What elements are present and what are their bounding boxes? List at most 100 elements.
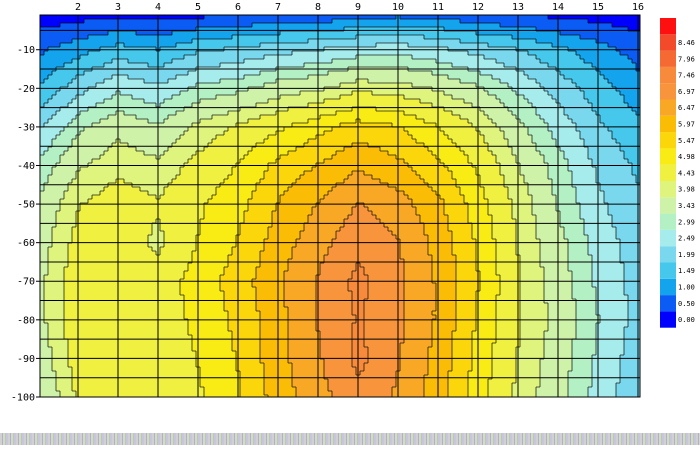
contour-cell xyxy=(140,63,145,68)
contour-cell xyxy=(56,55,61,60)
contour-cell xyxy=(204,119,209,124)
contour-cell xyxy=(400,19,405,24)
contour-cell xyxy=(568,35,573,40)
contour-cell xyxy=(424,19,429,24)
contour-cell xyxy=(40,19,45,24)
contour-cell xyxy=(184,111,189,116)
contour-cell xyxy=(160,71,165,76)
contour-cell xyxy=(212,131,217,136)
contour-cell xyxy=(204,147,209,152)
contour-cell xyxy=(320,91,325,96)
contour-cell xyxy=(368,111,373,116)
contour-cell xyxy=(372,127,377,132)
contour-cell xyxy=(292,43,297,48)
contour-cell xyxy=(60,71,65,76)
contour-cell xyxy=(560,115,565,120)
contour-cell xyxy=(392,55,397,60)
contour-cell xyxy=(628,111,633,116)
contour-cell xyxy=(96,139,101,144)
contour-cell xyxy=(184,95,189,100)
contour-cell xyxy=(616,103,621,108)
contour-cell xyxy=(524,55,529,60)
contour-cell xyxy=(372,35,377,40)
contour-cell xyxy=(380,111,385,116)
contour-cell xyxy=(496,15,501,20)
contour-cell xyxy=(464,111,469,116)
contour-cell xyxy=(208,19,213,24)
contour-cell xyxy=(400,55,405,60)
contour-cell xyxy=(44,111,49,116)
contour-cell xyxy=(152,55,157,60)
contour-cell xyxy=(632,39,637,44)
contour-cell xyxy=(152,135,157,140)
contour-cell xyxy=(348,83,353,88)
contour-cell xyxy=(284,87,289,92)
contour-cell xyxy=(64,99,69,104)
contour-cell xyxy=(612,15,617,20)
contour-cell xyxy=(148,103,153,108)
contour-cell xyxy=(612,39,617,44)
contour-cell xyxy=(576,75,581,80)
contour-cell xyxy=(348,59,353,64)
contour-cell xyxy=(192,147,197,152)
contour-cell xyxy=(120,103,125,108)
contour-cell xyxy=(572,91,577,96)
contour-cell xyxy=(92,147,97,152)
contour-cell xyxy=(412,119,417,124)
contour-cell xyxy=(432,127,437,132)
contour-cell xyxy=(100,143,105,148)
contour-cell xyxy=(220,99,225,104)
contour-cell xyxy=(228,103,233,108)
contour-cell xyxy=(324,55,329,60)
contour-cell xyxy=(48,51,53,56)
contour-cell xyxy=(464,59,469,64)
contour-cell xyxy=(500,111,505,116)
contour-cell xyxy=(60,99,65,104)
contour-cell xyxy=(552,31,557,36)
contour-cell xyxy=(428,79,433,84)
contour-cell xyxy=(208,143,213,148)
contour-cell xyxy=(208,111,213,116)
contour-cell xyxy=(452,91,457,96)
contour-cell xyxy=(352,71,357,76)
contour-cell xyxy=(252,23,257,28)
contour-cell xyxy=(348,31,353,36)
contour-cell xyxy=(492,87,497,92)
contour-cell xyxy=(232,119,237,124)
contour-cell xyxy=(60,111,65,116)
contour-cell xyxy=(80,103,85,108)
contour-cell xyxy=(268,75,273,80)
contour-cell xyxy=(132,79,137,84)
contour-cell xyxy=(404,99,409,104)
contour-cell xyxy=(580,119,585,124)
contour-cell xyxy=(312,119,317,124)
contour-cell xyxy=(108,147,113,152)
contour-cell xyxy=(580,103,585,108)
contour-cell xyxy=(176,147,181,152)
contour-cell xyxy=(600,87,605,92)
contour-cell xyxy=(260,115,265,120)
contour-cell xyxy=(484,35,489,40)
contour-cell xyxy=(600,23,605,28)
contour-cell xyxy=(104,143,109,148)
contour-cell xyxy=(388,59,393,64)
contour-cell xyxy=(468,127,473,132)
contour-cell xyxy=(520,39,525,44)
contour-cell xyxy=(252,119,257,124)
contour-cell xyxy=(280,95,285,100)
contour-cell xyxy=(532,119,537,124)
contour-cell xyxy=(324,143,329,148)
contour-cell xyxy=(200,39,205,44)
contour-cell xyxy=(212,115,217,120)
contour-cell xyxy=(512,79,517,84)
contour-cell xyxy=(176,103,181,108)
contour-cell xyxy=(100,87,105,92)
contour-cell xyxy=(160,59,165,64)
contour-cell xyxy=(96,91,101,96)
contour-cell xyxy=(124,95,129,100)
contour-cell xyxy=(480,59,485,64)
contour-cell xyxy=(224,95,229,100)
contour-cell xyxy=(336,91,341,96)
contour-cell xyxy=(580,111,585,116)
contour-cell xyxy=(552,103,557,108)
